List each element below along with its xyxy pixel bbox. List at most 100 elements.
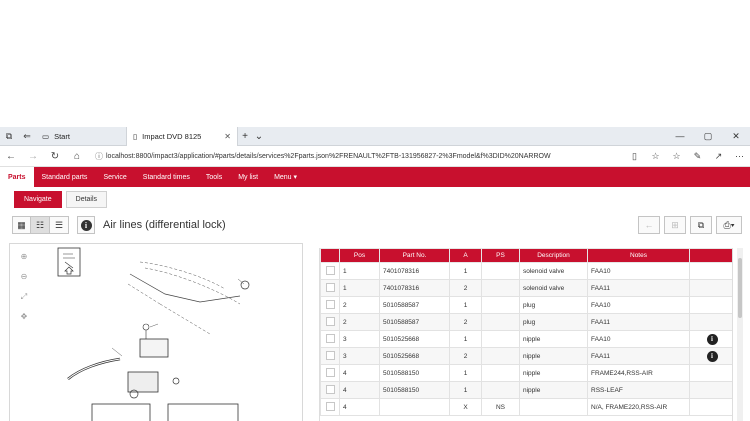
- split-view-icon[interactable]: ☷: [31, 216, 50, 234]
- scrollbar-thumb[interactable]: [738, 258, 742, 318]
- column-header-part-no[interactable]: Part No.: [379, 248, 450, 263]
- row-checkbox[interactable]: [325, 384, 335, 394]
- row-checkbox[interactable]: [325, 282, 335, 292]
- url-field[interactable]: ⓘ localhost:8800/impact3/application/#pa…: [92, 149, 612, 164]
- pos-cell: 4: [339, 398, 380, 416]
- back-arrow-icon[interactable]: ←: [638, 216, 660, 234]
- pos-cell: 1: [339, 279, 380, 297]
- tab-preview-icon[interactable]: ⇐: [18, 127, 36, 146]
- info-icon[interactable]: i: [706, 333, 718, 345]
- select-cell[interactable]: [320, 279, 340, 297]
- info-button[interactable]: i: [77, 216, 95, 234]
- list-view-icon[interactable]: ☰: [50, 216, 69, 234]
- browser-tab-impact[interactable]: ▯ Impact DVD 8125 ✕: [126, 126, 238, 147]
- column-header-notes[interactable]: Notes: [587, 248, 690, 263]
- notes-cell: FAA10: [587, 296, 690, 314]
- browser-tab-start[interactable]: ▭ Start: [36, 127, 126, 146]
- tab-navigate[interactable]: Navigate: [14, 191, 62, 208]
- forward-icon[interactable]: →: [22, 151, 44, 162]
- column-header-description[interactable]: Description: [519, 248, 588, 263]
- description-cell: nipple: [519, 330, 588, 348]
- select-cell[interactable]: [320, 313, 340, 331]
- ps-cell: [481, 313, 520, 331]
- description-cell: nipple: [519, 381, 588, 399]
- view-mode-group: ▦ ☷ ☰: [12, 216, 69, 234]
- table-header-row: Pos Part No. A PS Description Notes: [320, 248, 732, 263]
- menu-item-my-list[interactable]: My list: [230, 167, 266, 187]
- menu-item-standard-parts[interactable]: Standard parts: [34, 167, 96, 187]
- part-no-cell: 5010525668: [379, 330, 450, 348]
- select-cell[interactable]: [320, 347, 340, 365]
- column-header-a[interactable]: A: [449, 248, 482, 263]
- table-row[interactable]: 4 X NS N/A, FRAME220,RSS-AIR: [320, 398, 732, 416]
- minimize-icon[interactable]: —: [666, 131, 694, 142]
- column-header-ps[interactable]: PS: [481, 248, 520, 263]
- row-checkbox[interactable]: [325, 316, 335, 326]
- row-checkbox[interactable]: [325, 265, 335, 275]
- pos-cell: 2: [339, 296, 380, 314]
- table-row[interactable]: 3 5010525668 1 nipple FAA10 i: [320, 330, 732, 348]
- row-checkbox[interactable]: [325, 401, 335, 411]
- reading-view-icon[interactable]: ▯: [624, 151, 645, 162]
- window-controls: — ▢ ✕: [666, 131, 750, 142]
- tab-actions-icon[interactable]: ⧉: [0, 127, 18, 146]
- menu-item-standard-times[interactable]: Standard times: [135, 167, 198, 187]
- menu-item-tools[interactable]: Tools: [198, 167, 230, 187]
- cart-icon[interactable]: ⊞: [664, 216, 686, 234]
- ps-cell: [481, 347, 520, 365]
- row-checkbox[interactable]: [325, 367, 335, 377]
- new-tab-icon[interactable]: +: [238, 131, 252, 142]
- copy-icon[interactable]: ⧉: [690, 216, 712, 234]
- print-icon[interactable]: ⎙▾: [716, 216, 742, 234]
- table-row[interactable]: 2 5010588587 1 plug FAA10: [320, 296, 732, 314]
- table-row[interactable]: 4 5010588150 1 nipple RSS-LEAF: [320, 381, 732, 399]
- description-cell: solenoid valve: [519, 279, 588, 297]
- grid-view-icon[interactable]: ▦: [12, 216, 31, 234]
- home-icon[interactable]: ⌂: [66, 151, 88, 162]
- close-window-icon[interactable]: ✕: [722, 131, 750, 142]
- plug-part: [172, 377, 180, 385]
- menu-item-parts[interactable]: Parts: [0, 167, 34, 187]
- select-cell[interactable]: [320, 381, 340, 399]
- pen-icon[interactable]: ✎: [687, 151, 708, 162]
- select-cell[interactable]: [320, 364, 340, 382]
- tab-details[interactable]: Details: [65, 191, 108, 208]
- table-row[interactable]: 4 5010588150 1 nipple FRAME244,RSS-AIR: [320, 364, 732, 382]
- refresh-icon[interactable]: ↻: [44, 151, 66, 162]
- part-no-cell: 5010588587: [379, 296, 450, 314]
- table-scrollbar[interactable]: [737, 248, 743, 421]
- table-row[interactable]: 1 7401078316 1 solenoid valve FAA10: [320, 262, 732, 280]
- share-icon[interactable]: ↗: [708, 151, 729, 162]
- info-cell[interactable]: i: [689, 347, 732, 365]
- menu-item-menu-dropdown[interactable]: Menu ▾: [266, 167, 305, 187]
- table-row[interactable]: 2 5010588587 2 plug FAA11: [320, 313, 732, 331]
- row-checkbox[interactable]: [325, 350, 335, 360]
- row-checkbox[interactable]: [325, 299, 335, 309]
- info-cell[interactable]: i: [689, 330, 732, 348]
- select-cell[interactable]: [320, 262, 340, 280]
- part-no-cell: 7401078316: [379, 279, 450, 297]
- site-info-icon[interactable]: ⓘ: [92, 151, 106, 162]
- info-cell: [689, 381, 732, 399]
- info-cell: [689, 364, 732, 382]
- table-row[interactable]: 3 5010525668 2 nipple FAA11 i: [320, 347, 732, 365]
- info-icon[interactable]: i: [706, 350, 718, 362]
- maximize-icon[interactable]: ▢: [694, 131, 722, 142]
- favorites-list-icon[interactable]: ☆: [666, 151, 687, 162]
- select-cell[interactable]: [320, 330, 340, 348]
- close-tab-icon[interactable]: ✕: [224, 132, 231, 141]
- row-checkbox[interactable]: [325, 333, 335, 343]
- back-icon[interactable]: ←: [0, 151, 22, 162]
- select-cell[interactable]: [320, 296, 340, 314]
- more-icon[interactable]: ⋯: [729, 151, 750, 162]
- ps-cell: [481, 330, 520, 348]
- favorite-star-icon[interactable]: ☆: [645, 151, 666, 162]
- chevron-down-icon[interactable]: ⌄: [252, 131, 266, 142]
- parts-table: Pos Part No. A PS Description Notes 1 740…: [320, 248, 732, 416]
- air-hose-highlight: [67, 358, 121, 380]
- column-header-pos[interactable]: Pos: [339, 248, 380, 263]
- menu-item-service[interactable]: Service: [95, 167, 134, 187]
- select-cell[interactable]: [320, 398, 340, 416]
- table-row[interactable]: 1 7401078316 2 solenoid valve FAA11: [320, 279, 732, 297]
- exploded-drawing-panel[interactable]: ⊕ ⊖ ⤢ ✥: [9, 243, 303, 421]
